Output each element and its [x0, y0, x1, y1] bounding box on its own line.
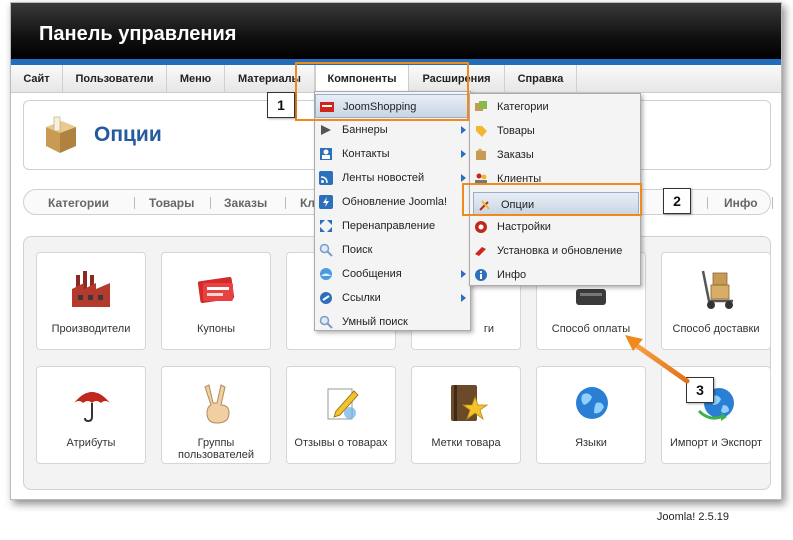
- tile-manufacturers[interactable]: Производители: [36, 252, 146, 350]
- tile-label: Атрибуты: [66, 437, 116, 449]
- menu-item-label: Заказы: [497, 149, 534, 161]
- subtab-separator: [772, 197, 773, 209]
- install-icon: [475, 247, 486, 256]
- menu-item-search[interactable]: Поиск: [315, 238, 470, 262]
- banner-icon: [321, 125, 331, 135]
- subtab-separator: [134, 197, 135, 209]
- tile-label: Отзывы о товарах: [294, 437, 388, 449]
- tile-user-groups[interactable]: Группы пользователей: [161, 366, 271, 464]
- delivery-cart-icon: [701, 270, 733, 309]
- submenu-arrow-icon: [461, 150, 466, 158]
- annotation-highlight-components: [295, 62, 469, 121]
- settings-icon: [475, 221, 487, 233]
- menu-help[interactable]: Справка: [505, 65, 577, 93]
- header-title: Панель управления: [39, 23, 237, 45]
- menu-item-label: Умный поиск: [342, 316, 408, 328]
- tile-label: Купоны: [197, 323, 235, 335]
- menu-item-smart-search[interactable]: Умный поиск: [315, 310, 470, 334]
- tile-attributes[interactable]: Атрибуты: [36, 366, 146, 464]
- menu-item-label: Обновление Joomla!: [342, 196, 448, 208]
- tile-product-labels[interactable]: Метки товара: [411, 366, 521, 464]
- search-icon: [319, 243, 333, 257]
- menu-item-label: Перенаправление: [342, 220, 436, 232]
- rss-icon: [319, 171, 333, 185]
- menu-menus[interactable]: Меню: [167, 65, 225, 93]
- peace-hand-icon: [204, 384, 230, 424]
- menu-item-weblinks[interactable]: Ссылки: [315, 286, 470, 310]
- footer-version: Joomla! 2.5.19: [656, 511, 729, 523]
- menu-item-label: Ленты новостей: [342, 172, 425, 184]
- menu-item-messages[interactable]: Сообщения: [315, 262, 470, 286]
- callout-1: 1: [267, 92, 295, 118]
- smart-search-icon: [319, 315, 333, 329]
- menu-item-redirect[interactable]: Перенаправление: [315, 214, 470, 238]
- menu-item-label: Баннеры: [342, 124, 388, 136]
- redirect-icon: [320, 220, 332, 232]
- submenu-item-products[interactable]: Товары: [470, 119, 640, 143]
- menu-item-label: Товары: [497, 125, 535, 137]
- callout-2: 2: [663, 188, 691, 214]
- categories-icon: [475, 101, 487, 111]
- menu-item-label: Контакты: [342, 148, 390, 160]
- tile-label: Производители: [51, 323, 131, 335]
- umbrella-icon: [74, 392, 110, 423]
- coupon-icon: [197, 276, 235, 304]
- subtab-products[interactable]: Товары: [149, 196, 194, 210]
- subtab-separator: [210, 197, 211, 209]
- tile-label: Импорт и Экспорт: [669, 437, 763, 449]
- tile-label: Группы пользователей: [178, 437, 254, 461]
- submenu-arrow-icon: [461, 126, 466, 134]
- products-icon: [476, 126, 487, 137]
- menu-site[interactable]: Сайт: [11, 65, 63, 93]
- subtab-separator: [707, 197, 708, 209]
- subtab-categories[interactable]: Категории: [48, 196, 109, 210]
- messages-icon: [320, 268, 332, 280]
- components-dropdown: JoomShopping Баннеры Контакты Ленты ново…: [314, 91, 471, 331]
- menu-item-label: Сообщения: [342, 268, 402, 280]
- menu-item-contacts[interactable]: Контакты: [315, 142, 470, 166]
- review-pen-icon: [327, 388, 359, 420]
- submenu-arrow-icon: [461, 270, 466, 278]
- menu-item-label: Поиск: [342, 244, 373, 256]
- submenu-item-orders[interactable]: Заказы: [470, 143, 640, 167]
- annotation-arrow-icon: [625, 335, 690, 384]
- tile-product-reviews[interactable]: Отзывы о товарах: [286, 366, 396, 464]
- submenu-arrow-icon: [461, 174, 466, 182]
- info-icon: [475, 269, 487, 281]
- subtab-info[interactable]: Инфо: [724, 196, 758, 210]
- submenu-item-info[interactable]: Инфо: [470, 263, 640, 287]
- factory-icon: [72, 271, 110, 307]
- orders-icon: [476, 148, 486, 160]
- menu-item-newsfeeds[interactable]: Ленты новостей: [315, 166, 470, 190]
- tile-coupons[interactable]: Купоны: [161, 252, 271, 350]
- header-bar: Панель управления: [11, 3, 781, 59]
- tile-label: Языки: [575, 437, 607, 449]
- menu-item-label: Настройки: [497, 221, 551, 233]
- book-star-icon: [451, 385, 489, 421]
- menu-item-banners[interactable]: Баннеры: [315, 118, 470, 142]
- package-box-icon: [46, 116, 76, 153]
- subtab-separator: [285, 197, 286, 209]
- menu-item-label: Инфо: [497, 269, 527, 281]
- tile-label: Метки товара: [431, 437, 501, 449]
- annotation-highlight-options: [462, 183, 642, 216]
- contacts-icon: [320, 148, 332, 160]
- page-title: Опции: [94, 123, 162, 146]
- submenu-item-settings[interactable]: Настройки: [470, 215, 640, 239]
- menu-item-joomla-update[interactable]: Обновление Joomla!: [315, 190, 470, 214]
- submenu-item-install-update[interactable]: Установка и обновление: [470, 239, 640, 263]
- submenu-item-categories[interactable]: Категории: [470, 95, 640, 119]
- update-icon: [319, 195, 333, 209]
- link-icon: [320, 292, 332, 304]
- menu-users[interactable]: Пользователи: [63, 65, 167, 93]
- menu-item-label: Ссылки: [342, 292, 381, 304]
- subtab-orders[interactable]: Заказы: [224, 196, 267, 210]
- menu-item-label: Установка и обновление: [497, 245, 623, 257]
- globe-icon: [576, 387, 608, 419]
- submenu-arrow-icon: [461, 294, 466, 302]
- admin-window: Панель управления Сайт Пользователи Меню…: [10, 2, 782, 523]
- menu-item-label: Категории: [497, 101, 549, 113]
